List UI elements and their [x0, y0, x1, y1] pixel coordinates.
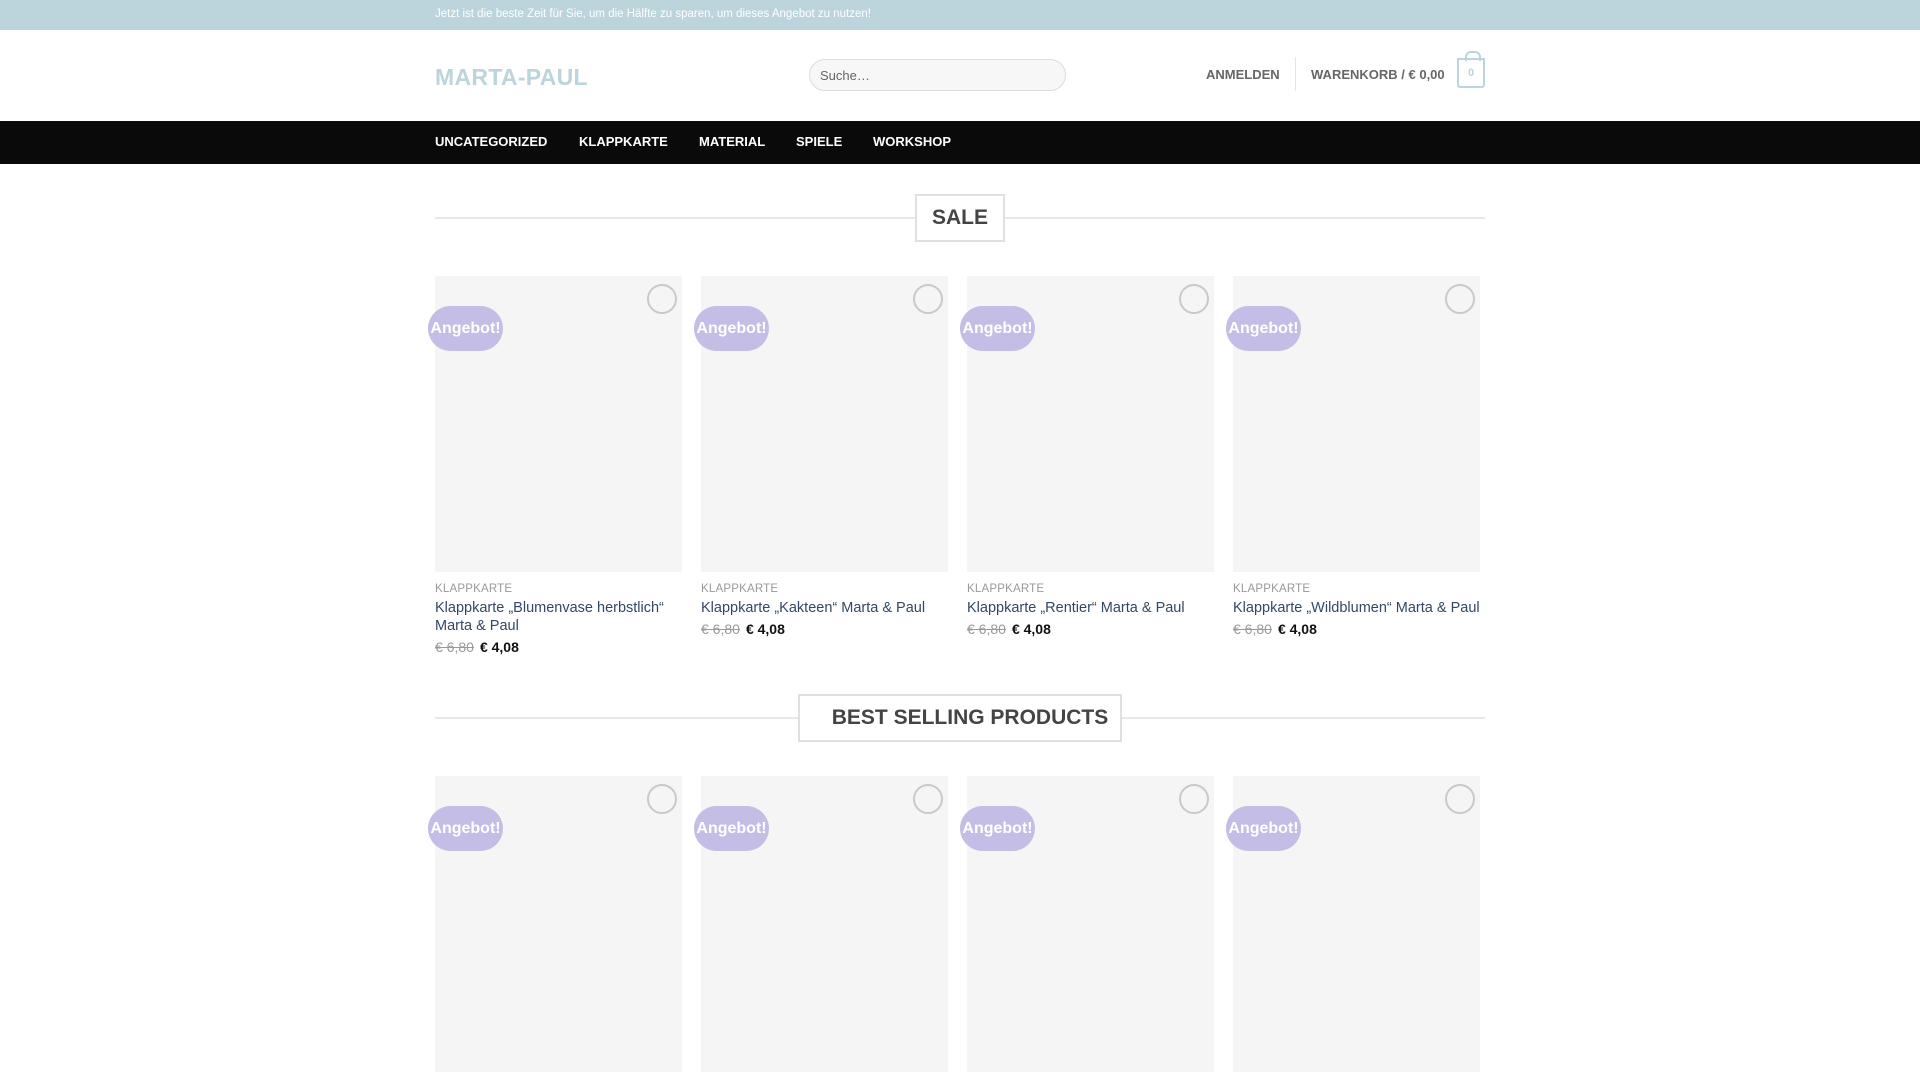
wishlist-heart-icon[interactable] — [1445, 784, 1475, 814]
best-selling-section-header: BEST SELLING PRODUCTS — [435, 694, 1485, 742]
old-price: € 6,80 — [701, 621, 740, 637]
old-price: € 6,80 — [1233, 621, 1272, 637]
wishlist-heart-icon[interactable] — [913, 784, 943, 814]
sale-price: € 4,08 — [1011, 621, 1051, 637]
product-card[interactable]: Angebot! — [694, 776, 949, 1072]
sale-badge: Angebot! — [1226, 306, 1301, 351]
product-category: KLAPPKARTE — [1233, 583, 1311, 595]
section-title: BEST SELLING PRODUCTS — [798, 694, 1122, 742]
product-price: € 6,80 € 4,08 — [967, 621, 1051, 637]
main-nav: UNCATEGORIZED KLAPPKARTE MATERIAL SPIELE… — [0, 121, 1920, 164]
sale-badge: Angebot! — [694, 306, 769, 351]
sale-price: € 4,08 — [1277, 621, 1317, 637]
old-price: € 6,80 — [967, 621, 1006, 637]
wishlist-heart-icon[interactable] — [1179, 284, 1209, 314]
search-input[interactable] — [809, 59, 1066, 91]
product-title[interactable]: Klappkarte „Blumenvase herbstlich“ Marta… — [435, 599, 683, 635]
sale-badge: Angebot! — [694, 806, 769, 851]
sale-price: € 4,08 — [745, 621, 785, 637]
nav-item-material[interactable]: MATERIAL — [699, 134, 765, 149]
sale-badge: Angebot! — [960, 306, 1035, 351]
nav-item-klappkarte[interactable]: KLAPPKARTE — [579, 134, 668, 149]
sale-badge: Angebot! — [428, 806, 503, 851]
header-divider — [1295, 57, 1296, 91]
product-card[interactable]: Angebot! — [428, 776, 683, 1072]
site-logo[interactable]: MARTA-PAUL — [435, 64, 588, 91]
old-price: € 6,80 — [435, 639, 474, 655]
product-card[interactable]: Angebot! — [1226, 776, 1481, 1072]
nav-item-uncategorized[interactable]: UNCATEGORIZED — [435, 134, 547, 149]
product-card[interactable]: Angebot! — [960, 776, 1215, 1072]
sale-section-header: SALE — [435, 194, 1485, 242]
wishlist-heart-icon[interactable] — [647, 784, 677, 814]
sale-badge: Angebot! — [1226, 806, 1301, 851]
product-title[interactable]: Klappkarte „Kakteen“ Marta & Paul — [701, 599, 949, 617]
sale-price: € 4,08 — [479, 639, 519, 655]
cart-link[interactable]: WARENKORB / € 0,00 — [1311, 67, 1445, 82]
wishlist-heart-icon[interactable] — [1445, 284, 1475, 314]
product-category: KLAPPKARTE — [701, 583, 779, 595]
nav-item-spiele[interactable]: SPIELE — [796, 134, 842, 149]
top-announcement-bar: Jetzt ist die beste Zeit für Sie, um die… — [0, 0, 1920, 30]
wishlist-heart-icon[interactable] — [647, 284, 677, 314]
product-price: € 6,80 € 4,08 — [1233, 621, 1317, 637]
site-header: MARTA-PAUL ANMELDEN WARENKORB / € 0,00 0 — [0, 30, 1920, 121]
product-title[interactable]: Klappkarte „Rentier“ Marta & Paul — [967, 599, 1215, 617]
sale-badge: Angebot! — [428, 306, 503, 351]
sale-badge: Angebot! — [960, 806, 1035, 851]
cart-bag-icon[interactable]: 0 — [1457, 51, 1485, 88]
nav-item-workshop[interactable]: WORKSHOP — [873, 134, 951, 149]
product-category: KLAPPKARTE — [967, 583, 1045, 595]
section-title: SALE — [915, 194, 1005, 242]
wishlist-heart-icon[interactable] — [913, 284, 943, 314]
login-link[interactable]: ANMELDEN — [1206, 67, 1280, 82]
product-title[interactable]: Klappkarte „Wildblumen“ Marta & Paul — [1233, 599, 1481, 617]
product-category: KLAPPKARTE — [435, 583, 513, 595]
wishlist-heart-icon[interactable] — [1179, 784, 1209, 814]
product-price: € 6,80 € 4,08 — [701, 621, 785, 637]
announcement-text: Jetzt ist die beste Zeit für Sie, um die… — [435, 8, 871, 20]
product-price: € 6,80 € 4,08 — [435, 639, 519, 655]
